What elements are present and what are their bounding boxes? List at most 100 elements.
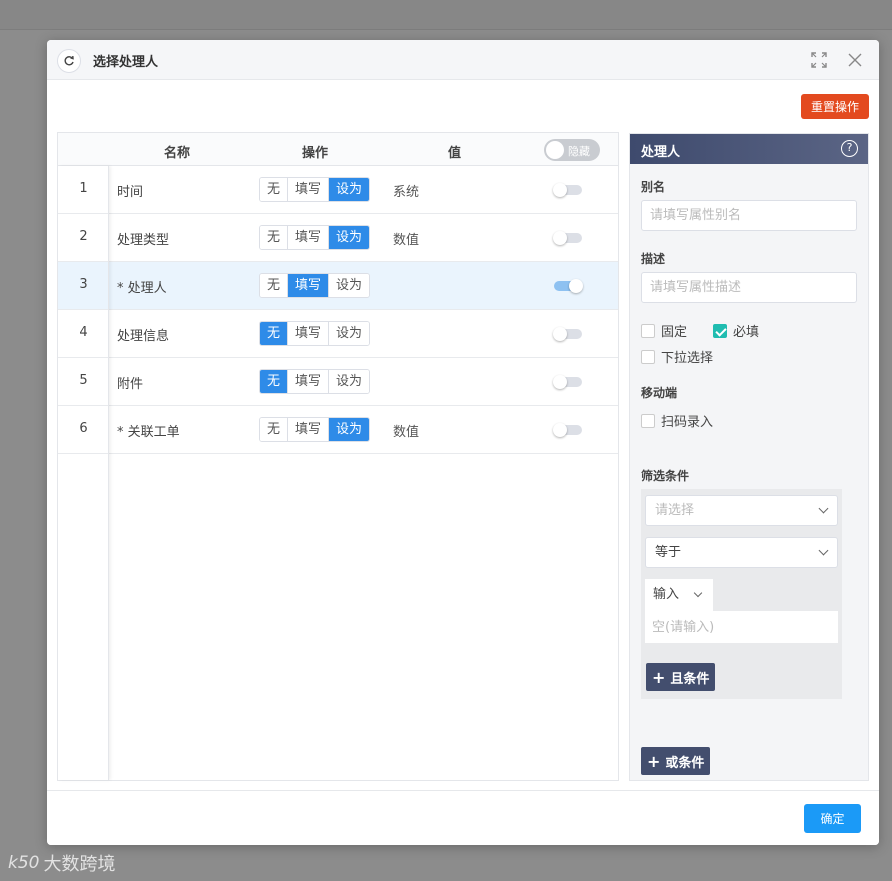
row-name: 处理类型 xyxy=(117,233,170,248)
required-label: 必填 xyxy=(733,325,760,340)
set-option[interactable]: 设为 xyxy=(328,274,370,297)
set-option[interactable]: 设为 xyxy=(328,226,370,249)
dialog-header: 选择处理人 xyxy=(47,40,879,80)
alias-input[interactable] xyxy=(641,200,857,231)
field-table: 名称 操作 值 隐藏 1 时间无填写 设为 系统 2 处理类型无填写 设为 数值 3 * 处理人无… xyxy=(57,132,619,781)
condition-value-input[interactable] xyxy=(645,611,838,643)
table-header: 名称 操作 值 隐藏 xyxy=(58,133,618,166)
dialog-footer: 确定 xyxy=(47,790,879,845)
fill-option[interactable]: 填写 xyxy=(287,274,329,297)
plus-icon: + xyxy=(647,751,661,771)
chevron-down-icon xyxy=(818,545,829,556)
filter-condition-area: 请选择 等于 输入 + 且条件 xyxy=(641,489,842,699)
none-option[interactable]: 无 xyxy=(260,370,288,393)
operation-segmented-control: 无填写 设为 xyxy=(259,321,371,346)
expand-icon xyxy=(811,52,827,68)
operation-segmented-control: 无填写 设为 xyxy=(259,177,371,202)
row-visibility-switch[interactable] xyxy=(554,279,583,293)
plus-icon: + xyxy=(652,667,666,687)
chevron-down-icon xyxy=(818,503,829,514)
refresh-icon xyxy=(64,55,74,66)
row-name: * 关联工单 xyxy=(117,425,180,440)
scan-entry-label: 扫码录入 xyxy=(661,415,714,430)
checkbox-box xyxy=(641,413,655,428)
fill-option[interactable]: 填写 xyxy=(287,418,329,441)
input-type-select[interactable]: 输入 xyxy=(645,579,713,611)
row-name: * 处理人 xyxy=(117,281,167,296)
none-option[interactable]: 无 xyxy=(260,178,288,201)
operator-select[interactable]: 等于 xyxy=(645,537,838,568)
row-visibility-switch[interactable] xyxy=(553,183,582,197)
help-icon[interactable]: ? xyxy=(841,140,858,157)
set-option[interactable]: 设为 xyxy=(328,418,370,441)
table-row[interactable]: 6 * 关联工单无填写 设为 数值 xyxy=(58,406,618,454)
hide-toggle-label: 隐藏 xyxy=(568,145,590,158)
set-option[interactable]: 设为 xyxy=(328,322,370,345)
watermark-text: 大数跨境 xyxy=(43,854,116,875)
description-input[interactable] xyxy=(641,272,857,303)
row-visibility-switch[interactable] xyxy=(553,375,582,389)
reset-operation-button[interactable]: 重置操作 xyxy=(801,94,869,119)
field-select-placeholder: 请选择 xyxy=(655,503,695,518)
row-visibility-switch[interactable] xyxy=(553,327,582,341)
switch-knob xyxy=(569,279,583,293)
header-operation: 操作 xyxy=(302,146,329,161)
none-option[interactable]: 无 xyxy=(260,418,288,441)
select-handler-dialog: 选择处理人 重置操作 名称 操作 值 隐藏 1 时间无填写 设为 系统 2 处理类型无填写… xyxy=(47,40,879,845)
watermark: k50 大数跨境 xyxy=(8,850,115,876)
table-row[interactable]: 4 处理信息无填写 设为 xyxy=(58,310,618,358)
dropdown-select-checkbox[interactable]: 下拉选择 xyxy=(641,347,713,366)
background-topbar xyxy=(0,0,892,30)
required-checkbox[interactable]: 必填 xyxy=(713,321,759,340)
row-visibility-switch[interactable] xyxy=(553,423,582,437)
filter-label: 筛选条件 xyxy=(641,469,690,483)
watermark-logo: k50 xyxy=(8,853,40,873)
operation-segmented-control: 无填写 设为 xyxy=(259,273,371,298)
alias-label: 别名 xyxy=(641,180,666,194)
fill-option[interactable]: 填写 xyxy=(287,178,329,201)
checkbox-box xyxy=(641,349,655,364)
row-value: 系统 xyxy=(393,185,420,200)
or-condition-label: 或条件 xyxy=(665,755,705,771)
none-option[interactable]: 无 xyxy=(260,322,288,345)
property-panel: 处理人 ? 别名 描述 固定 必填 下拉选择 移动端 扫码录入 筛选条件 请选择 xyxy=(629,133,869,781)
set-option[interactable]: 设为 xyxy=(328,370,370,393)
row-name: 时间 xyxy=(117,185,144,200)
none-option[interactable]: 无 xyxy=(260,226,288,249)
set-option[interactable]: 设为 xyxy=(328,178,370,201)
fill-option[interactable]: 填写 xyxy=(287,370,329,393)
fixed-checkbox[interactable]: 固定 xyxy=(641,321,687,340)
fixed-label: 固定 xyxy=(661,325,688,340)
table-row[interactable]: 3 * 处理人无填写 设为 xyxy=(58,262,618,310)
refresh-button[interactable] xyxy=(57,49,81,73)
mobile-label: 移动端 xyxy=(641,386,678,400)
none-option[interactable]: 无 xyxy=(260,274,288,297)
toggle-knob xyxy=(546,141,564,159)
hide-toggle[interactable]: 隐藏 xyxy=(544,139,600,161)
switch-knob xyxy=(553,183,567,197)
and-condition-button[interactable]: + 且条件 xyxy=(646,663,716,691)
or-condition-button[interactable]: + 或条件 xyxy=(641,747,711,775)
field-select[interactable]: 请选择 xyxy=(645,495,838,526)
switch-knob xyxy=(553,231,567,245)
row-visibility-switch[interactable] xyxy=(553,231,582,245)
table-row[interactable]: 5 附件无填写 设为 xyxy=(58,358,618,406)
fill-option[interactable]: 填写 xyxy=(287,226,329,249)
table-row[interactable]: 2 处理类型无填写 设为 数值 xyxy=(58,214,618,262)
dropdown-select-label: 下拉选择 xyxy=(661,351,714,366)
confirm-button[interactable]: 确定 xyxy=(804,804,861,833)
dialog-title: 选择处理人 xyxy=(93,55,159,70)
row-name: 处理信息 xyxy=(117,329,170,344)
property-panel-header: 处理人 ? xyxy=(630,134,868,164)
close-button[interactable] xyxy=(846,51,864,69)
operation-segmented-control: 无填写 设为 xyxy=(259,225,371,250)
scan-entry-checkbox[interactable]: 扫码录入 xyxy=(641,411,713,430)
switch-knob xyxy=(553,423,567,437)
table-row[interactable]: 1 时间无填写 设为 系统 xyxy=(58,166,618,214)
input-type-value: 输入 xyxy=(653,587,680,602)
fullscreen-button[interactable] xyxy=(810,51,828,69)
description-label: 描述 xyxy=(641,252,666,266)
header-value: 值 xyxy=(448,146,462,161)
index-column xyxy=(58,166,109,780)
fill-option[interactable]: 填写 xyxy=(287,322,329,345)
